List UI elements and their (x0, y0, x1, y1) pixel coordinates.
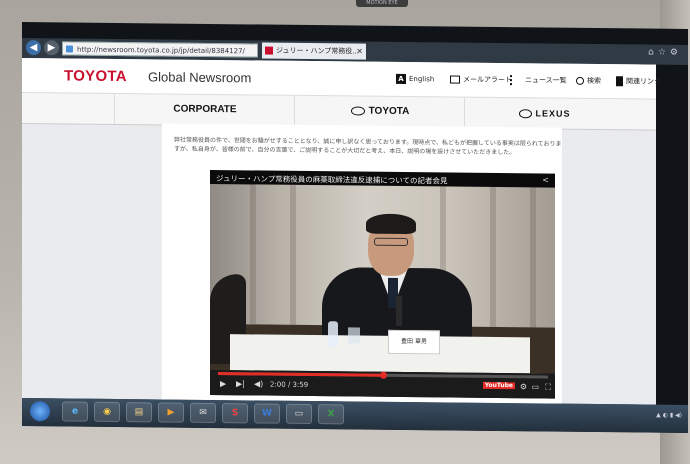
nav-related-links[interactable]: 関連リンク (616, 75, 661, 89)
volume-icon[interactable]: ◀) (254, 379, 263, 388)
mail-icon (450, 75, 460, 84)
nav-news-list[interactable]: ニュース一覧 (510, 74, 567, 89)
water-bottle (328, 321, 338, 348)
brand-toyota[interactable]: TOYOTA (294, 95, 465, 128)
toyota-emblem-icon (350, 106, 365, 116)
video-frame[interactable]: 豊田 章男 (210, 183, 555, 374)
progress-fill (218, 372, 383, 377)
web-page: TOYOTA Global Newsroom A English メールアラート … (22, 58, 661, 405)
bezel-brand-label: MOTION EYE (356, 0, 408, 7)
video-player[interactable]: ジュリー・ハンプ常務役員の麻薬取締法違反逮捕についての記者会見 < 豊田 章男 … (210, 169, 555, 399)
curtain-fold (530, 187, 536, 328)
article-content: 弊社常務役員の件で、世間をお騒がせすることとなり、誠に申し訳なく思っております。… (162, 123, 562, 404)
progress-bar[interactable] (218, 371, 548, 379)
app-icon[interactable]: ▭ (286, 403, 312, 425)
app-icon[interactable]: S (222, 403, 248, 424)
back-button[interactable]: ◀ (26, 40, 41, 56)
app-icon[interactable]: ✉ (190, 402, 216, 424)
explorer-folder-icon[interactable]: ▤ (126, 402, 152, 423)
home-star-gear-icons[interactable]: ⌂☆⚙ (648, 48, 682, 58)
curtain-fold (250, 184, 256, 325)
bookmark-icon (616, 76, 623, 87)
article-text: 弊社常務役員の件で、世間をお騒がせすることとなり、誠に申し訳なく思っております。… (174, 136, 562, 157)
page-icon (66, 45, 73, 53)
captions-icon[interactable]: ▭ (531, 382, 539, 391)
forward-button[interactable]: ▶ (44, 40, 59, 56)
curtain-fold (290, 184, 296, 325)
toyota-favicon-icon (265, 46, 273, 55)
speaker-glasses (374, 237, 408, 247)
system-tray-icons[interactable]: ▲ ◐ ▮ ◀) (656, 412, 682, 419)
share-icon[interactable]: < (542, 175, 549, 184)
nav-english[interactable]: A English (396, 73, 434, 87)
media-player-icon[interactable]: ▶ (158, 402, 184, 423)
lexus-emblem-icon (519, 109, 533, 119)
close-tab-icon[interactable]: × (356, 44, 363, 60)
curtain-fold (490, 186, 496, 327)
brand-lexus[interactable]: LEXUS (464, 97, 625, 130)
play-icon[interactable]: ▶ (220, 379, 226, 388)
search-icon (576, 76, 584, 85)
nav-mail-alert[interactable]: メールアラート (450, 73, 512, 88)
address-bar[interactable]: http://newsroom.toyota.co.jp/jp/detail/8… (62, 41, 258, 58)
skip-icon[interactable]: ▶| (236, 379, 245, 388)
excel-icon[interactable]: X (318, 404, 344, 425)
youtube-logo[interactable]: YouTube (482, 381, 515, 390)
laptop-screen: ◀ ▶ http://newsroom.toyota.co.jp/jp/deta… (22, 22, 688, 433)
settings-icon[interactable]: ⚙ (520, 382, 527, 391)
nav-search[interactable]: 検索 (576, 75, 601, 89)
tab-label: ジュリー・ハンプ常務役... (276, 46, 359, 56)
chrome-icon[interactable]: ◉ (94, 401, 120, 423)
start-button[interactable] (30, 401, 50, 422)
address-text: http://newsroom.toyota.co.jp/jp/detail/8… (77, 45, 245, 56)
browser-tab[interactable]: ジュリー・ハンプ常務役... × (262, 42, 366, 60)
toyota-logo[interactable]: TOYOTA (64, 67, 127, 85)
list-icon (510, 75, 522, 86)
site-subtitle: Global Newsroom (148, 69, 252, 86)
video-controls: ▶ ▶| ◀) 2:00 / 3:59 YouTube ⚙ ▭ ⛶ (210, 369, 555, 399)
microphone (396, 295, 402, 326)
press-table (230, 334, 530, 374)
time-display: 2:00 / 3:59 (270, 380, 309, 389)
fullscreen-icon[interactable]: ⛶ (545, 382, 551, 392)
water-glass (348, 327, 360, 344)
internet-explorer-icon[interactable]: e (62, 401, 88, 422)
nameplate: 豊田 章男 (388, 329, 440, 355)
english-icon: A (396, 73, 406, 85)
brand-corporate[interactable]: CORPORATE (114, 93, 295, 126)
word-icon[interactable]: W (254, 403, 280, 424)
progress-handle[interactable] (380, 371, 387, 379)
speaker-hair (366, 213, 416, 235)
